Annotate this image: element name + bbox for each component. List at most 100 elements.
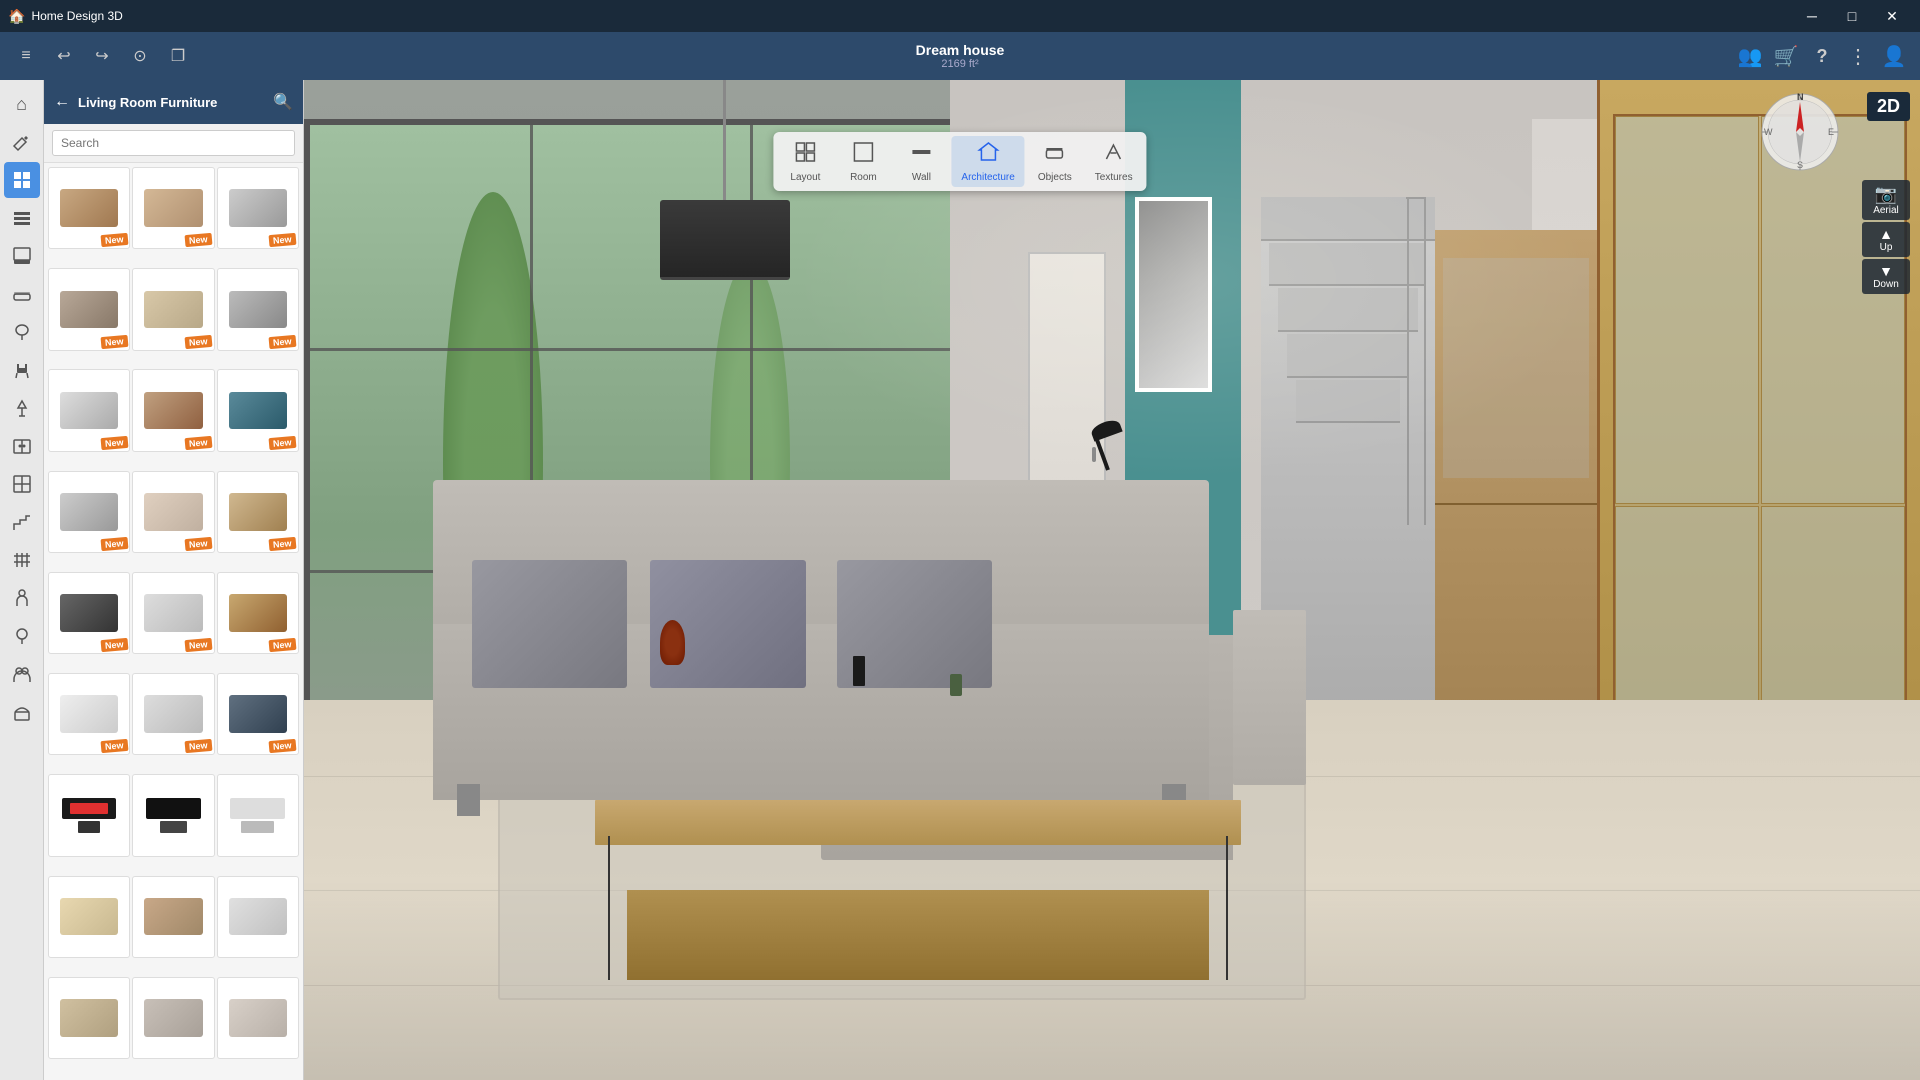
wall-label: Wall (912, 172, 931, 183)
up-button[interactable]: ▲ Up (1862, 222, 1910, 257)
items-grid: New New New New (44, 163, 303, 1080)
search-input[interactable] (52, 130, 295, 156)
copy-button[interactable]: ❐ (162, 40, 194, 72)
stair-step (1278, 288, 1418, 332)
sidebar-item-fence[interactable] (4, 542, 40, 578)
sidebar-item-lamp[interactable] (4, 390, 40, 426)
list-item[interactable]: New (132, 369, 214, 451)
main-layout: ⌂ (0, 80, 1920, 1080)
sidebar-item-person[interactable] (4, 580, 40, 616)
list-item[interactable]: New (48, 471, 130, 553)
mode-architecture[interactable]: Architecture (951, 136, 1024, 187)
up-icon: ▲ (1879, 226, 1893, 242)
help-button[interactable]: ? (1806, 40, 1838, 72)
down-icon: ▼ (1879, 263, 1893, 279)
list-item[interactable]: New (48, 167, 130, 249)
maximize-button[interactable]: □ (1832, 0, 1872, 32)
catalog-search-button[interactable]: 🔍 (273, 92, 293, 112)
sidebar-item-paint[interactable] (4, 238, 40, 274)
aerial-label: Aerial (1873, 205, 1899, 216)
sidebar-item-layers[interactable] (4, 200, 40, 236)
scene-background (304, 80, 1920, 1080)
mid-cabinet (1435, 230, 1597, 780)
sidebar-item-home[interactable]: ⌂ (4, 86, 40, 122)
sidebar-item-chair[interactable] (4, 352, 40, 388)
aerial-button[interactable]: 📷 Aerial (1862, 180, 1910, 220)
catalog-back-button[interactable]: ← (54, 93, 70, 111)
left-sidebar: ⌂ (0, 80, 44, 1080)
list-item[interactable] (48, 876, 130, 958)
users-button[interactable]: 👥 (1734, 40, 1766, 72)
sidebar-item-stairs[interactable] (4, 504, 40, 540)
shop-button[interactable]: 🛒 (1770, 40, 1802, 72)
viewport[interactable]: N S E W 2D 📷 Aerial ▲ Up (304, 80, 1920, 1080)
history-button[interactable]: ⊙ (124, 40, 156, 72)
pendant-lamp (660, 80, 790, 280)
minimize-button[interactable]: ─ (1792, 0, 1832, 32)
vase (660, 620, 685, 665)
down-button[interactable]: ▼ Down (1862, 259, 1910, 294)
list-item[interactable]: New (217, 369, 299, 451)
table-shelf (627, 890, 1209, 980)
mode-objects[interactable]: Objects (1027, 136, 1083, 187)
up-label: Up (1880, 242, 1893, 253)
list-item[interactable]: New (48, 572, 130, 654)
account-button[interactable]: 👤 (1878, 40, 1910, 72)
view-2d-button[interactable]: 2D (1867, 92, 1910, 121)
list-item[interactable]: New (132, 471, 214, 553)
down-label: Down (1873, 279, 1899, 290)
glass-pane (1615, 116, 1759, 504)
textures-label: Textures (1095, 172, 1133, 183)
aerial-icon: 📷 (1875, 184, 1897, 205)
list-item[interactable]: New (217, 167, 299, 249)
list-item[interactable] (217, 977, 299, 1059)
list-item[interactable]: New (217, 673, 299, 755)
new-badge: New (100, 537, 127, 551)
pendant-shade (660, 200, 790, 280)
sidebar-item-outdoor[interactable] (4, 618, 40, 654)
redo-button[interactable]: ↪ (86, 40, 118, 72)
undo-button[interactable]: ↩ (48, 40, 80, 72)
list-item[interactable]: New (217, 572, 299, 654)
list-item[interactable]: New (217, 268, 299, 350)
list-item[interactable]: New (217, 471, 299, 553)
new-badge: New (100, 638, 127, 652)
mode-textures[interactable]: Textures (1085, 136, 1143, 187)
list-item[interactable]: New (48, 268, 130, 350)
sidebar-item-cabinet[interactable] (4, 428, 40, 464)
list-item[interactable]: New (132, 572, 214, 654)
sofa2-arm (1233, 610, 1306, 785)
sidebar-item-grid[interactable] (4, 162, 40, 198)
app-title: Home Design 3D (31, 9, 122, 23)
list-item[interactable] (48, 774, 130, 856)
list-item[interactable]: New (132, 673, 214, 755)
list-item[interactable]: New (132, 268, 214, 350)
list-item[interactable] (132, 977, 214, 1059)
list-item[interactable] (132, 774, 214, 856)
list-item[interactable]: New (132, 167, 214, 249)
list-item[interactable] (217, 774, 299, 856)
more-button[interactable]: ⋮ (1842, 40, 1874, 72)
search-bar (44, 124, 303, 163)
sidebar-item-sofa[interactable] (4, 276, 40, 312)
new-badge: New (100, 436, 127, 450)
sidebar-item-group[interactable] (4, 656, 40, 692)
decor-item (853, 656, 865, 686)
menu-button[interactable]: ≡ (10, 40, 42, 72)
sidebar-item-plant[interactable] (4, 314, 40, 350)
list-item[interactable]: New (48, 369, 130, 451)
list-item[interactable] (132, 876, 214, 958)
mode-layout[interactable]: Layout (777, 136, 833, 187)
close-button[interactable]: ✕ (1872, 0, 1912, 32)
mode-wall[interactable]: Wall (893, 136, 949, 187)
sidebar-item-tools[interactable] (4, 124, 40, 160)
list-item[interactable] (48, 977, 130, 1059)
mode-buttons: Layout Room Wall Architecture Objects (773, 132, 1146, 191)
sidebar-item-window[interactable] (4, 466, 40, 502)
mode-room[interactable]: Room (835, 136, 891, 187)
list-item[interactable] (217, 876, 299, 958)
stair-step (1287, 334, 1409, 378)
list-item[interactable]: New (48, 673, 130, 755)
sofa-cushion-1 (472, 560, 627, 688)
sidebar-item-outdoor2[interactable] (4, 694, 40, 730)
